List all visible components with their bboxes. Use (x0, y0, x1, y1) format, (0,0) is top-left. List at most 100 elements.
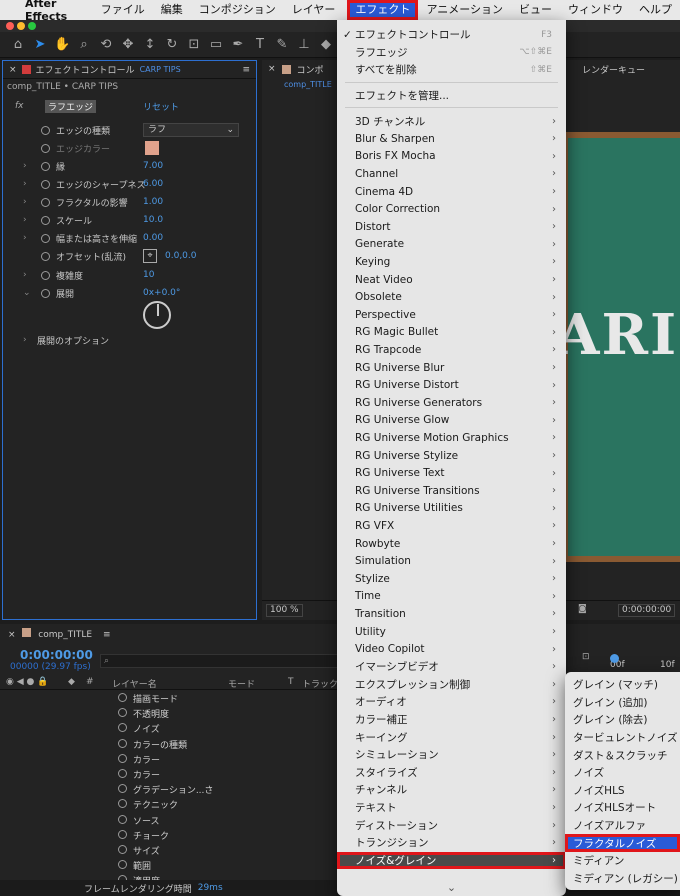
pan-tool-icon[interactable]: ✥ (120, 37, 136, 52)
effect-menu-item[interactable]: ラフエッジ ⌥⇧⌘E (337, 44, 566, 62)
stopwatch-icon[interactable] (41, 270, 50, 280)
timeline-title[interactable]: comp_TITLE (38, 630, 92, 640)
graph-icon[interactable]: ⊡ (582, 652, 590, 662)
stopwatch-icon[interactable] (118, 845, 127, 854)
effect-menu-item[interactable]: Video Copilot › (337, 640, 566, 658)
stopwatch-icon[interactable] (41, 125, 50, 135)
effect-menu-item[interactable]: ディストーション › (337, 816, 566, 834)
timecode[interactable]: 0:00:00:00 (20, 648, 93, 662)
edge-type-dropdown[interactable]: ラフ ⌄ (143, 123, 239, 137)
param-value[interactable]: 10.0 (143, 215, 163, 225)
submenu-item[interactable]: ミディアン (レガシー) (565, 870, 680, 888)
expand-chevron-icon[interactable]: ⌄ (23, 288, 31, 298)
stopwatch-icon[interactable] (118, 814, 127, 824)
render-queue-tab[interactable]: レンダーキュー (582, 63, 645, 76)
submenu-item[interactable]: ノイズHLS (565, 782, 680, 800)
expand-chevron-icon[interactable]: › (23, 197, 27, 207)
effect-menu-item[interactable]: RG Universe Utilities › (337, 500, 566, 518)
layer-name-header[interactable]: レイヤー名 (112, 677, 157, 690)
anchor-tool-icon[interactable]: ⊡ (186, 37, 202, 52)
scroll-down-icon[interactable]: ⌄ (337, 881, 566, 894)
stopwatch-icon[interactable] (41, 197, 50, 207)
effect-menu-item[interactable]: Time › (337, 588, 566, 606)
submenu-item[interactable]: ミディアン (565, 852, 680, 870)
param-value[interactable]: 0.00 (143, 233, 163, 243)
effect-param-row[interactable]: › フラクタルの影響 1.00 (3, 193, 256, 211)
submenu-item[interactable]: グレイン (追加) (565, 694, 680, 712)
effect-row[interactable]: fx ラフエッジ リセット (3, 97, 256, 115)
submenu-item[interactable]: ノイズ (565, 764, 680, 782)
param-value[interactable]: 1.00 (143, 197, 163, 207)
submenu-item[interactable]: タービュレントノイズ (565, 729, 680, 747)
effect-param-row[interactable]: オフセット(乱流) ⌖ 0.0,0.0 (3, 247, 256, 265)
menu-effect[interactable]: エフェクト (347, 0, 419, 20)
effect-menu-item[interactable]: Keying › (337, 253, 566, 271)
effect-menu-item[interactable]: ノイズ&グレイン › (337, 851, 566, 870)
label-icon[interactable]: ◆ (68, 677, 75, 687)
param-value[interactable]: 0.0,0.0 (165, 251, 197, 261)
effect-menu-item[interactable]: Boris FX Mocha › (337, 148, 566, 166)
effect-menu-item[interactable]: Channel › (337, 165, 566, 183)
effect-menu-item[interactable]: RG Universe Transitions › (337, 482, 566, 500)
minimize-window-button[interactable] (17, 22, 25, 30)
menu-window[interactable]: ウィンドウ (560, 0, 631, 20)
effect-menu-item[interactable]: RG Universe Stylize › (337, 447, 566, 465)
close-icon[interactable]: × (8, 630, 16, 640)
effect-menu-item[interactable]: RG VFX › (337, 517, 566, 535)
menu-help[interactable]: ヘルプ (631, 0, 680, 20)
stopwatch-icon[interactable] (41, 179, 50, 189)
effect-menu-item[interactable]: Transition › (337, 605, 566, 623)
current-time-field[interactable]: 0:00:00:00 (618, 604, 676, 617)
orbit-tool-icon[interactable]: ⟲ (98, 37, 114, 52)
effect-param-row[interactable]: › エッジのシャープネス 6.00 (3, 175, 256, 193)
effect-menu-item[interactable]: Simulation › (337, 552, 566, 570)
selection-tool-icon[interactable]: ➤ (32, 37, 48, 52)
effect-menu-item[interactable]: Obsolete › (337, 288, 566, 306)
effect-menu-item[interactable]: Neat Video › (337, 271, 566, 289)
av-switches-icon[interactable]: ◉ ◀ ● 🔒 (6, 677, 48, 687)
effect-menu-item[interactable]: Utility › (337, 623, 566, 641)
effect-menu-item[interactable]: オーディオ › (337, 693, 566, 711)
effect-menu-item[interactable]: Distort › (337, 218, 566, 236)
menu-file[interactable]: ファイル (93, 0, 153, 20)
stopwatch-icon[interactable] (118, 693, 127, 702)
effect-menu-item[interactable]: エクスプレッション制御 › (337, 676, 566, 694)
effect-menu-item[interactable]: Perspective › (337, 306, 566, 324)
param-value[interactable]: 7.00 (143, 161, 163, 171)
effect-name[interactable]: ラフエッジ (45, 99, 97, 113)
effect-menu-item[interactable]: RG Universe Glow › (337, 412, 566, 430)
fx-icon[interactable]: fx (15, 101, 24, 111)
effect-menu-item[interactable]: シミュレーション › (337, 746, 566, 764)
menu-composition[interactable]: コンポジション (191, 0, 284, 20)
stamp-tool-icon[interactable]: ⊥ (296, 37, 312, 52)
time-ruler[interactable]: ⊡ 00f 10f (560, 648, 680, 672)
effect-menu-item[interactable]: すべてを削除 ⇧⌘E (337, 61, 566, 79)
param-value[interactable]: 0x+0.0° (143, 288, 180, 298)
effect-menu-item[interactable]: Color Correction › (337, 200, 566, 218)
effect-menu-item[interactable]: RG Magic Bullet › (337, 324, 566, 342)
zoom-dropdown[interactable]: 100 % (266, 604, 303, 617)
close-icon[interactable]: × (9, 65, 17, 75)
effect-menu-item[interactable]: RG Universe Generators › (337, 394, 566, 412)
eraser-tool-icon[interactable]: ◆ (318, 37, 334, 52)
playhead[interactable] (610, 654, 619, 663)
home-icon[interactable]: ⌂ (10, 37, 26, 52)
stopwatch-icon[interactable] (118, 738, 127, 748)
effect-panel-title[interactable]: エフェクトコントロール (36, 63, 135, 76)
menu-animation[interactable]: アニメーション (418, 0, 511, 20)
panel-menu-icon[interactable]: ≡ (242, 65, 250, 75)
brush-tool-icon[interactable]: ✎ (274, 37, 290, 52)
effect-menu-item[interactable]: Blur & Sharpen › (337, 130, 566, 148)
effect-param-row[interactable]: エッジカラー (3, 139, 256, 157)
stopwatch-icon[interactable] (118, 860, 127, 870)
stopwatch-icon[interactable] (118, 799, 127, 809)
hand-tool-icon[interactable]: ✋ (54, 37, 70, 52)
submenu-item[interactable]: グレイン (除去) (565, 711, 680, 729)
expand-chevron-icon[interactable]: › (23, 179, 27, 189)
stopwatch-icon[interactable] (118, 769, 127, 778)
zoom-tool-icon[interactable]: ⌕ (76, 37, 92, 52)
effect-menu-item[interactable]: Stylize › (337, 570, 566, 588)
effect-menu-item[interactable]: RG Universe Blur › (337, 359, 566, 377)
stopwatch-icon[interactable] (118, 753, 127, 763)
effect-param-row[interactable]: › 複雑度 10 (3, 266, 256, 284)
